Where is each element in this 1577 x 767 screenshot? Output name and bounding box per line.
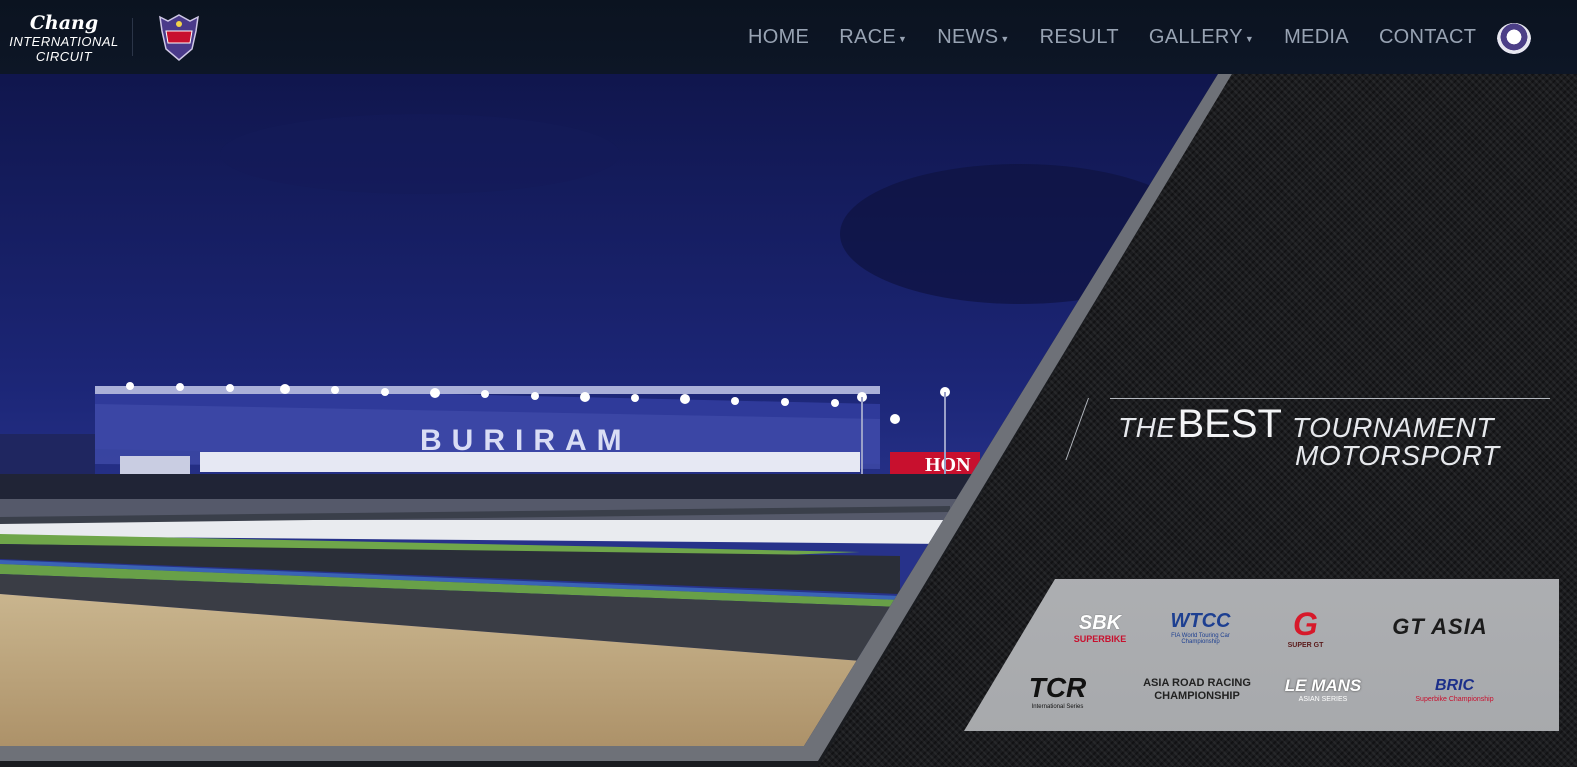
caret-down-icon: ▼ bbox=[1000, 34, 1010, 44]
tagline-tournament: TOURNAMENT bbox=[1291, 412, 1495, 443]
sbk-name: SBK bbox=[1078, 611, 1122, 634]
nav-news[interactable]: NEWS ▼ bbox=[922, 0, 1024, 74]
top-navbar: Chang INTERNATIONAL CIRCUIT HOME RACE ▼ N… bbox=[0, 0, 1577, 74]
tagline-top-rule bbox=[1110, 398, 1550, 399]
arrc-name: ASIA ROAD RACING CHAMPIONSHIP bbox=[1143, 677, 1251, 702]
asian-le-mans-logo[interactable]: LE MANS ASIAN SERIES bbox=[1278, 670, 1368, 710]
tagline-motorsport: MOTORSPORT bbox=[1295, 440, 1500, 471]
bric-sub: Superbike Championship bbox=[1415, 695, 1494, 703]
tcr-sub: International Series bbox=[1031, 704, 1084, 710]
banner-hon-text: HON bbox=[925, 454, 971, 476]
nav-media-label: MEDIA bbox=[1284, 25, 1349, 48]
language-flag-icon[interactable] bbox=[1497, 23, 1531, 54]
caret-down-icon: ▼ bbox=[897, 34, 908, 44]
le-mans-sub: ASIAN SERIES bbox=[1298, 696, 1348, 703]
nav-gallery[interactable]: GALLERY ▼ bbox=[1134, 0, 1269, 74]
bric-name: BRIC bbox=[1434, 676, 1475, 694]
logo-international-text: INTERNATIONAL bbox=[9, 34, 119, 49]
tagline-best: BEST bbox=[1177, 402, 1282, 446]
sbk-superbike-logo[interactable]: SBK SUPERBIKE bbox=[1060, 608, 1140, 648]
super-gt-sub: SUPER GT bbox=[1287, 641, 1324, 649]
nav-contact-label: CONTACT bbox=[1378, 25, 1477, 48]
super-gt-logo[interactable]: G SUPER GT bbox=[1268, 604, 1343, 652]
chang-circuit-logo[interactable]: Chang INTERNATIONAL CIRCUIT bbox=[8, 12, 120, 66]
tcr-name: TCR bbox=[1028, 672, 1087, 703]
gt-asia-name: GT ASIA bbox=[1392, 614, 1488, 639]
bric-superbike-logo[interactable]: BRIC Superbike Championship bbox=[1392, 672, 1517, 708]
tagline-the: THE bbox=[1118, 412, 1176, 443]
asia-road-racing-logo[interactable]: ASIA ROAD RACING CHAMPIONSHIP bbox=[1132, 672, 1262, 708]
tcr-logo[interactable]: TCR International Series bbox=[1020, 672, 1095, 712]
logo-chang-text: Chang bbox=[29, 12, 99, 34]
sbk-sub: SUPERBIKE bbox=[1073, 633, 1127, 644]
hero-banner: BURIRAM HON THEBEST TOURNAMENT MOTORSPOR… bbox=[0, 74, 1577, 767]
wtcc-logo[interactable]: WTCC FIA World Touring Car Championship bbox=[1158, 608, 1243, 648]
nav-result[interactable]: RESULT bbox=[1025, 0, 1134, 74]
caret-down-icon: ▼ bbox=[1244, 34, 1255, 44]
buriram-crest-icon[interactable] bbox=[152, 13, 206, 63]
wtcc-sub: FIA World Touring Car Championship bbox=[1171, 633, 1230, 645]
wtcc-name: WTCC bbox=[1170, 610, 1231, 632]
nav-gallery-label: GALLERY bbox=[1148, 25, 1243, 48]
super-gt-name: G bbox=[1293, 605, 1318, 642]
nav-news-label: NEWS bbox=[937, 25, 999, 48]
le-mans-name: LE MANS bbox=[1284, 676, 1362, 695]
nav-result-label: RESULT bbox=[1039, 25, 1119, 48]
brand-divider bbox=[132, 18, 133, 56]
nav-race-label: RACE bbox=[839, 25, 896, 48]
nav-contact[interactable]: CONTACT bbox=[1364, 0, 1491, 74]
nav-home[interactable]: HOME bbox=[733, 0, 824, 74]
nav-home-label: HOME bbox=[748, 25, 810, 48]
logo-circuit-text: CIRCUIT bbox=[35, 49, 93, 64]
nav-media[interactable]: MEDIA bbox=[1269, 0, 1364, 74]
hero-tagline: THEBEST TOURNAMENT MOTORSPORT bbox=[1065, 396, 1550, 476]
nav-race[interactable]: RACE ▼ bbox=[824, 0, 922, 74]
main-menu: HOME RACE ▼ NEWS ▼ RESULT GALLERY ▼ MEDIA C… bbox=[733, 0, 1491, 74]
gt-asia-logo[interactable]: GT ASIA bbox=[1370, 612, 1510, 642]
